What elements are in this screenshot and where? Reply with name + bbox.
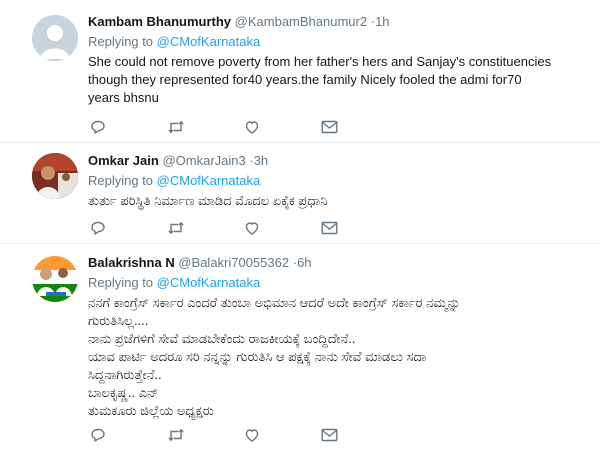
reply-icon <box>90 119 106 135</box>
replying-to-link[interactable]: @CMofKarnataka <box>157 34 261 49</box>
replying-prefix: Replying to <box>88 173 157 188</box>
timestamp[interactable]: 6h <box>297 255 311 270</box>
tweet-text-line: She could not remove poverty from her fa… <box>88 54 552 69</box>
avatar[interactable] <box>32 256 78 302</box>
timestamp[interactable]: 3h <box>254 153 268 168</box>
replying-to: Replying to @CMofKarnataka <box>88 172 586 190</box>
user-photo-icon <box>32 256 78 302</box>
tweet-header: Omkar Jain @OmkarJain3 ·3h <box>88 152 586 169</box>
tweet-header: Balakrishna N @Balakri70055362 ·6h <box>88 254 586 271</box>
tweet-actions <box>90 219 398 237</box>
message-button[interactable] <box>321 219 398 237</box>
author-handle[interactable]: @KambamBhanumur2 <box>235 14 367 29</box>
retweet-icon <box>167 119 185 135</box>
tweet[interactable]: Balakrishna N @Balakri70055362 ·6h Reply… <box>0 244 600 450</box>
author-name[interactable]: Balakrishna N <box>88 255 175 270</box>
tweet-text: She could not remove poverty from her fa… <box>88 53 586 107</box>
replying-to: Replying to @CMofKarnataka <box>88 274 586 292</box>
message-icon <box>321 221 338 235</box>
author-handle[interactable]: @Balakri70055362 <box>178 255 289 270</box>
reply-icon <box>90 220 106 236</box>
replying-prefix: Replying to <box>88 275 157 290</box>
tweet[interactable]: Omkar Jain @OmkarJain3 ·3h Replying to @… <box>0 143 600 244</box>
tweet-text-line: ಗುರುತಿಸಿಲ್ಲ.... <box>88 313 149 328</box>
replying-prefix: Replying to <box>88 34 157 49</box>
tweet-text-line: ನಾನು ಪ್ರಜೆಗಳಿಗೆ ಸೇವೆ ಮಾಡಬೇಕೆಂದು ರಾಜಕೀಯಕ್… <box>88 331 356 346</box>
retweet-icon <box>167 220 185 236</box>
tweet-text-line: ನನಗೆ ಕಾಂಗ್ರೆಸ್ ಸರ್ಕಾರ ಎಂದರೆ ತುಂಬಾ ಅಭಿಮಾನ… <box>88 295 461 310</box>
tweet-text-line: though they represented for40 years.the … <box>88 72 522 87</box>
avatar[interactable] <box>32 15 78 61</box>
retweet-button[interactable] <box>167 118 244 136</box>
default-profile-icon <box>32 15 78 61</box>
replying-to-link[interactable]: @CMofKarnataka <box>157 173 261 188</box>
like-icon <box>244 220 260 236</box>
reply-button[interactable] <box>90 118 167 136</box>
tweet-text-line: ಸಿದ್ದನಾಗಿರುತ್ತೇನೆ.. <box>88 367 162 382</box>
message-icon <box>321 120 338 134</box>
message-button[interactable] <box>321 118 398 136</box>
tweet-text: ತುರ್ತು ಪರಿಸ್ಥಿತಿ ನಿರ್ಮಾಣ ಮಾಡಿದ ಮೊದಲ ಏಕೈಕ… <box>88 192 586 210</box>
tweet-text-line: ತುಮಕೂರು ಜಿಲ್ಲೆಯ ಅಧ್ಯಕ್ಷರು <box>88 403 214 418</box>
replying-to-link[interactable]: @CMofKarnataka <box>157 275 261 290</box>
tweet-text-line: ತುರ್ತು ಪರಿಸ್ಥಿತಿ ನಿರ್ಮಾಣ ಮಾಡಿದ ಮೊದಲ ಏಕೈಕ… <box>88 193 328 208</box>
tweet-text-line: years bhsnu <box>88 90 159 105</box>
tweet-text: ನನಗೆ ಕಾಂಗ್ರೆಸ್ ಸರ್ಕಾರ ಎಂದರೆ ತುಂಬಾ ಅಭಿಮಾನ… <box>88 294 586 420</box>
like-button[interactable] <box>244 118 321 136</box>
tweet-header: Kambam Bhanumurthy @KambamBhanumur2 ·1h <box>88 13 586 30</box>
author-name[interactable]: Omkar Jain <box>88 153 159 168</box>
reply-button[interactable] <box>90 426 167 444</box>
reply-button[interactable] <box>90 219 167 237</box>
like-icon <box>244 119 260 135</box>
reply-icon <box>90 427 106 443</box>
timestamp[interactable]: 1h <box>375 14 389 29</box>
like-button[interactable] <box>244 219 321 237</box>
tweet-actions <box>90 118 398 136</box>
like-button[interactable] <box>244 426 321 444</box>
tweet-text-line: ಬಾಲಕೃಷ್ಣ.. ಎನ್ <box>88 385 159 400</box>
author-handle[interactable]: @OmkarJain3 <box>162 153 245 168</box>
message-icon <box>321 428 338 442</box>
tweet-text-line: ಯಾವ ಪಾರ್ಟಿ ಅದರೂ ಸರಿ ನನ್ನನ್ನು ಗುರುತಿಸಿ ಆ … <box>88 349 427 364</box>
avatar[interactable] <box>32 153 78 199</box>
retweet-button[interactable] <box>167 219 244 237</box>
retweet-button[interactable] <box>167 426 244 444</box>
message-button[interactable] <box>321 426 398 444</box>
user-photo-icon <box>32 153 78 199</box>
replying-to: Replying to @CMofKarnataka <box>88 33 586 51</box>
author-name[interactable]: Kambam Bhanumurthy <box>88 14 231 29</box>
retweet-icon <box>167 427 185 443</box>
tweet[interactable]: Kambam Bhanumurthy @KambamBhanumur2 ·1h … <box>0 0 600 143</box>
tweet-actions <box>90 426 398 444</box>
like-icon <box>244 427 260 443</box>
